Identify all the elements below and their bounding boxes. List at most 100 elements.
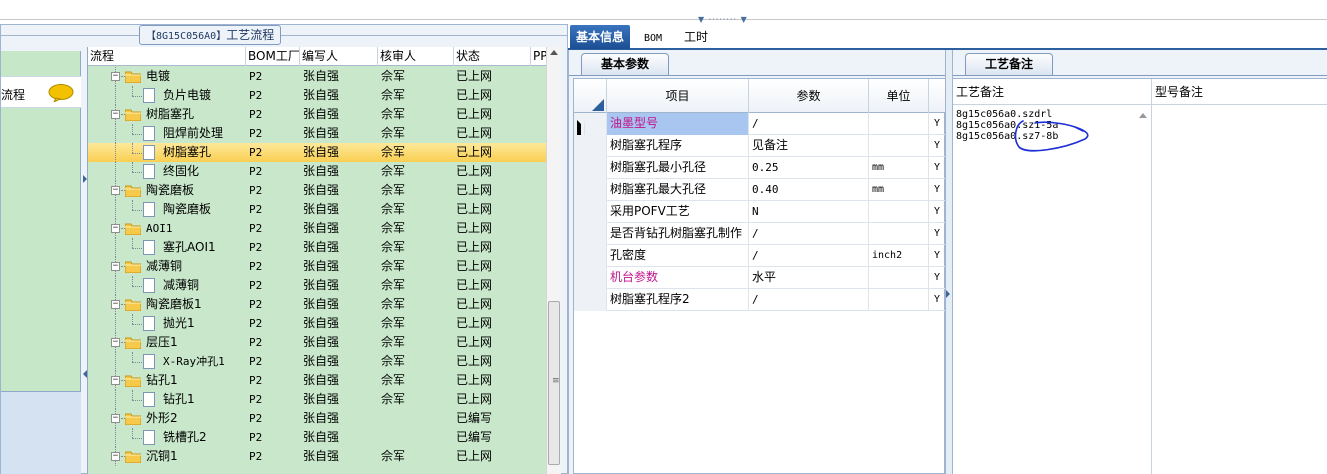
col-reviewer[interactable]: 核审人 <box>378 47 454 66</box>
param-unit-cell[interactable]: mm <box>869 157 929 179</box>
tree-row[interactable]: 抛光1 P2 张自强 佘军 已上网 <box>88 314 546 333</box>
param-value-cell[interactable]: 水平 <box>749 267 869 289</box>
tree-node[interactable]: − 减薄铜 <box>88 257 246 276</box>
tree-row[interactable]: 阻焊前处理 P2 张自强 佘军 已上网 <box>88 124 546 143</box>
process-notes-cell[interactable]: 8g15c056a0.szdrl 8g15c056a0.sz1-5a 8g15c… <box>953 105 1152 474</box>
param-flag-cell[interactable]: Y <box>929 267 946 289</box>
param-item-cell[interactable]: 油墨型号 <box>607 113 749 135</box>
col-unit[interactable]: 单位 <box>869 79 929 113</box>
tree-row[interactable]: 钻孔1 P2 张自强 佘军 已上网 <box>88 390 546 409</box>
tree-node[interactable]: 减薄铜 <box>88 276 246 295</box>
param-flag-cell[interactable]: Y <box>929 289 946 311</box>
tree-node[interactable]: 负片电镀 <box>88 86 246 105</box>
scrollbar-thumb[interactable]: ≡ <box>548 301 560 465</box>
param-unit-cell[interactable] <box>869 267 929 289</box>
tree-node[interactable]: 阻焊前处理 <box>88 124 246 143</box>
param-flag-cell[interactable]: Y <box>929 245 946 267</box>
param-item-cell[interactable]: 是否背钻孔树脂塞孔制作 <box>607 223 749 245</box>
tab-process-notes[interactable]: 工艺备注 <box>965 53 1053 75</box>
param-value-cell[interactable]: / <box>749 245 869 267</box>
param-unit-cell[interactable] <box>869 289 929 311</box>
row-selector[interactable] <box>574 157 607 179</box>
collapse-toggle-icon[interactable]: − <box>111 452 120 461</box>
param-flag-cell[interactable]: Y <box>929 135 946 157</box>
col-status[interactable]: 状态 <box>454 47 531 66</box>
tree-row[interactable]: 减薄铜 P2 张自强 佘军 已上网 <box>88 276 546 295</box>
param-unit-cell[interactable] <box>869 135 929 157</box>
tree-row[interactable]: − 外形2 P2 张自强 已编写 <box>88 409 546 428</box>
tree-row[interactable]: − 电镀 P2 张自强 佘军 已上网 <box>88 67 546 86</box>
param-value-cell[interactable]: 0.40 <box>749 179 869 201</box>
tree-row[interactable]: − 陶瓷磨板 P2 张自强 佘军 已上网 <box>88 181 546 200</box>
scroll-up-icon[interactable] <box>1139 113 1147 118</box>
param-item-cell[interactable]: 树脂塞孔程序2 <box>607 289 749 311</box>
col-param[interactable]: 参数 <box>749 79 869 113</box>
tree-node[interactable]: − 陶瓷磨板 <box>88 181 246 200</box>
collapse-toggle-icon[interactable]: − <box>111 376 120 385</box>
param-value-cell[interactable]: 0.25 <box>749 157 869 179</box>
param-unit-cell[interactable]: inch2 <box>869 245 929 267</box>
tree-row[interactable]: − 减薄铜 P2 张自强 佘军 已上网 <box>88 257 546 276</box>
param-unit-cell[interactable] <box>869 113 929 135</box>
col-bom-factory[interactable]: BOM工厂 <box>246 47 300 66</box>
param-flag-cell[interactable]: Y <box>929 179 946 201</box>
collapse-toggle-icon[interactable]: − <box>111 110 120 119</box>
tab-basic-info[interactable]: 基本信息 <box>570 25 631 49</box>
row-selector[interactable] <box>574 289 607 311</box>
row-selector[interactable] <box>574 135 607 157</box>
tree-node[interactable]: 塞孔AOI1 <box>88 238 246 257</box>
tree-row[interactable]: − 沉铜1 P2 张自强 佘军 已上网 <box>88 447 546 466</box>
tree-row[interactable]: − 树脂塞孔 P2 张自强 佘军 已上网 <box>88 105 546 124</box>
row-selector[interactable] <box>574 267 607 289</box>
param-value-cell[interactable]: / <box>749 113 869 135</box>
collapse-toggle-icon[interactable]: − <box>111 186 120 195</box>
tree-node[interactable]: − 沉铜1 <box>88 447 246 466</box>
param-value-cell[interactable]: 见备注 <box>749 135 869 157</box>
tree-node[interactable]: − 钻孔1 <box>88 371 246 390</box>
tree-row[interactable]: − AOI1 P2 张自强 佘军 已上网 <box>88 219 546 238</box>
tree-row[interactable]: − 钻孔1 P2 张自强 佘军 已上网 <box>88 371 546 390</box>
tree-row[interactable]: X-Ray冲孔1 P2 张自强 佘军 已上网 <box>88 352 546 371</box>
tree-node[interactable]: 终固化 <box>88 162 246 181</box>
param-row[interactable]: 树脂塞孔最小孔径 0.25 mm Y <box>574 157 946 179</box>
tree-node[interactable]: 铣槽孔2 <box>88 428 246 447</box>
comment-icon[interactable] <box>48 84 74 102</box>
param-item-cell[interactable]: 树脂塞孔程序 <box>607 135 749 157</box>
param-value-cell[interactable]: / <box>749 223 869 245</box>
param-row[interactable]: 树脂塞孔最大孔径 0.40 mm Y <box>574 179 946 201</box>
param-unit-cell[interactable] <box>869 223 929 245</box>
tree-scrollbar[interactable]: ≡ <box>546 47 561 474</box>
tree-row[interactable]: 铣槽孔2 P2 张自强 已编写 <box>88 428 546 447</box>
tree-node[interactable]: − 陶瓷磨板1 <box>88 295 246 314</box>
collapse-toggle-icon[interactable]: − <box>111 224 120 233</box>
col-flow[interactable]: 流程 <box>88 47 246 66</box>
row-selector[interactable] <box>574 113 607 135</box>
tab-bom[interactable]: BOM <box>638 25 668 49</box>
param-value-cell[interactable]: N <box>749 201 869 223</box>
param-item-cell[interactable]: 孔密度 <box>607 245 749 267</box>
col-pp[interactable]: PP <box>531 47 546 66</box>
param-item-cell[interactable]: 机台参数 <box>607 267 749 289</box>
param-row[interactable]: 树脂塞孔程序2/ Y <box>574 289 946 311</box>
tree-node[interactable]: 树脂塞孔 <box>88 143 246 162</box>
scroll-up-icon[interactable] <box>550 50 558 55</box>
tree-row[interactable]: − 陶瓷磨板1 P2 张自强 佘军 已上网 <box>88 295 546 314</box>
splitter-arrow-icon[interactable] <box>946 290 950 298</box>
param-flag-cell[interactable]: Y <box>929 201 946 223</box>
row-selector[interactable] <box>574 245 607 267</box>
collapse-toggle-icon[interactable]: − <box>111 72 120 81</box>
param-row[interactable]: 油墨型号 / Y <box>574 113 946 135</box>
collapse-toggle-icon[interactable]: − <box>111 262 120 271</box>
tree-node[interactable]: 钻孔1 <box>88 390 246 409</box>
row-selector[interactable] <box>574 179 607 201</box>
row-selector[interactable] <box>574 201 607 223</box>
param-flag-cell[interactable]: Y <box>929 223 946 245</box>
tree-node[interactable]: − 树脂塞孔 <box>88 105 246 124</box>
col-writer[interactable]: 编写人 <box>300 47 378 66</box>
panel-splitter[interactable] <box>945 50 953 474</box>
tab-basic-params[interactable]: 基本参数 <box>581 53 669 75</box>
tree-node[interactable]: 陶瓷磨板 <box>88 200 246 219</box>
col-model-notes[interactable]: 型号备注 <box>1152 79 1327 105</box>
param-row[interactable]: 是否背钻孔树脂塞孔制作 / Y <box>574 223 946 245</box>
param-flag-cell[interactable]: Y <box>929 157 946 179</box>
